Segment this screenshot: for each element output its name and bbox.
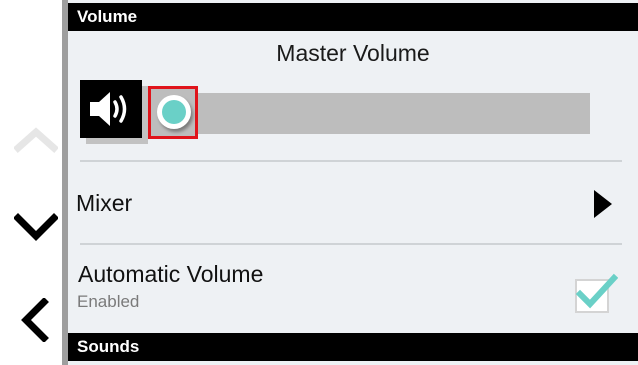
chevron-down-icon bbox=[14, 213, 58, 241]
divider bbox=[80, 160, 622, 162]
divider bbox=[80, 243, 622, 245]
section-title-sounds: Sounds bbox=[77, 337, 140, 356]
automatic-volume-status: Enabled bbox=[77, 292, 140, 311]
mixer-label: Mixer bbox=[76, 190, 133, 216]
speaker-icon bbox=[90, 92, 127, 126]
automatic-volume-checkbox[interactable] bbox=[574, 272, 618, 316]
scroll-up-button[interactable] bbox=[14, 118, 58, 162]
scroll-down-button[interactable] bbox=[14, 206, 58, 250]
back-button[interactable] bbox=[14, 298, 58, 342]
section-header-sounds[interactable]: Sounds bbox=[68, 333, 638, 361]
master-volume-slider[interactable] bbox=[148, 93, 590, 134]
master-volume-slider-thumb[interactable] bbox=[157, 95, 191, 129]
master-volume-title: Master Volume bbox=[276, 40, 430, 66]
slider-thumb-fill bbox=[162, 100, 186, 124]
chevron-up-icon bbox=[14, 127, 58, 153]
chevron-right-icon bbox=[594, 190, 612, 218]
automatic-volume-row[interactable] bbox=[68, 246, 638, 331]
section-title-volume: Volume bbox=[77, 7, 138, 26]
mixer-row[interactable] bbox=[68, 163, 638, 243]
checkmark-icon bbox=[575, 273, 618, 313]
master-volume-slider-focus[interactable] bbox=[148, 86, 198, 139]
mute-toggle-button[interactable] bbox=[80, 80, 142, 138]
section-header-volume: Volume bbox=[68, 3, 638, 31]
automatic-volume-label: Automatic Volume bbox=[78, 261, 264, 287]
chevron-left-icon bbox=[21, 298, 49, 342]
